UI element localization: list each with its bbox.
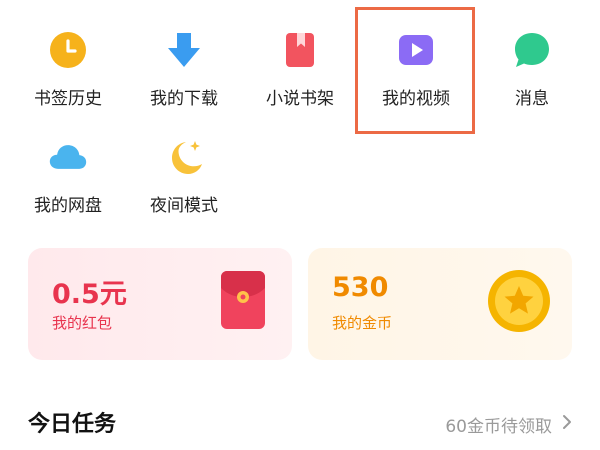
grid-item-label: 书签历史: [34, 89, 102, 109]
tasks-pending-link[interactable]: 60金币待领取: [445, 412, 572, 437]
moon-star-icon: [164, 137, 204, 177]
coins-amount: 530: [332, 272, 389, 303]
coins-card[interactable]: 530 我的金币: [308, 248, 572, 360]
tasks-title: 今日任务: [28, 412, 117, 437]
grid-item-novel-shelf[interactable]: 小说书架: [245, 30, 355, 109]
grid-item-label: 消息: [515, 89, 549, 109]
grid-item-bookmark-history[interactable]: 书签历史: [13, 30, 123, 109]
download-arrow-icon: [164, 30, 204, 70]
clock-icon: [48, 30, 88, 70]
grid-item-my-downloads[interactable]: 我的下载: [129, 30, 239, 109]
chat-bubble-icon: [512, 30, 552, 70]
grid-item-label: 夜间模式: [150, 196, 218, 216]
grid-item-messages[interactable]: 消息: [477, 30, 587, 109]
tasks-pending-text: 60金币待领取: [445, 417, 552, 437]
chevron-right-icon: [562, 414, 572, 435]
red-packet-amount: 0.5元: [52, 279, 127, 310]
cloud-icon: [48, 137, 88, 177]
bookmark-book-icon: [280, 30, 320, 70]
grid-item-cloud-drive[interactable]: 我的网盘: [13, 137, 123, 216]
highlight-box: [355, 7, 475, 134]
red-envelope-icon: [220, 270, 266, 334]
grid-item-label: 小说书架: [266, 89, 334, 109]
grid-item-night-mode[interactable]: 夜间模式: [129, 137, 239, 216]
red-packet-card[interactable]: 0.5元 我的红包: [28, 248, 292, 360]
red-packet-label: 我的红包: [52, 314, 113, 332]
gold-coin-star-icon: [486, 268, 552, 338]
coins-label: 我的金币: [332, 314, 393, 332]
grid-item-label: 我的下载: [150, 89, 218, 109]
grid-item-label: 我的网盘: [34, 196, 102, 216]
